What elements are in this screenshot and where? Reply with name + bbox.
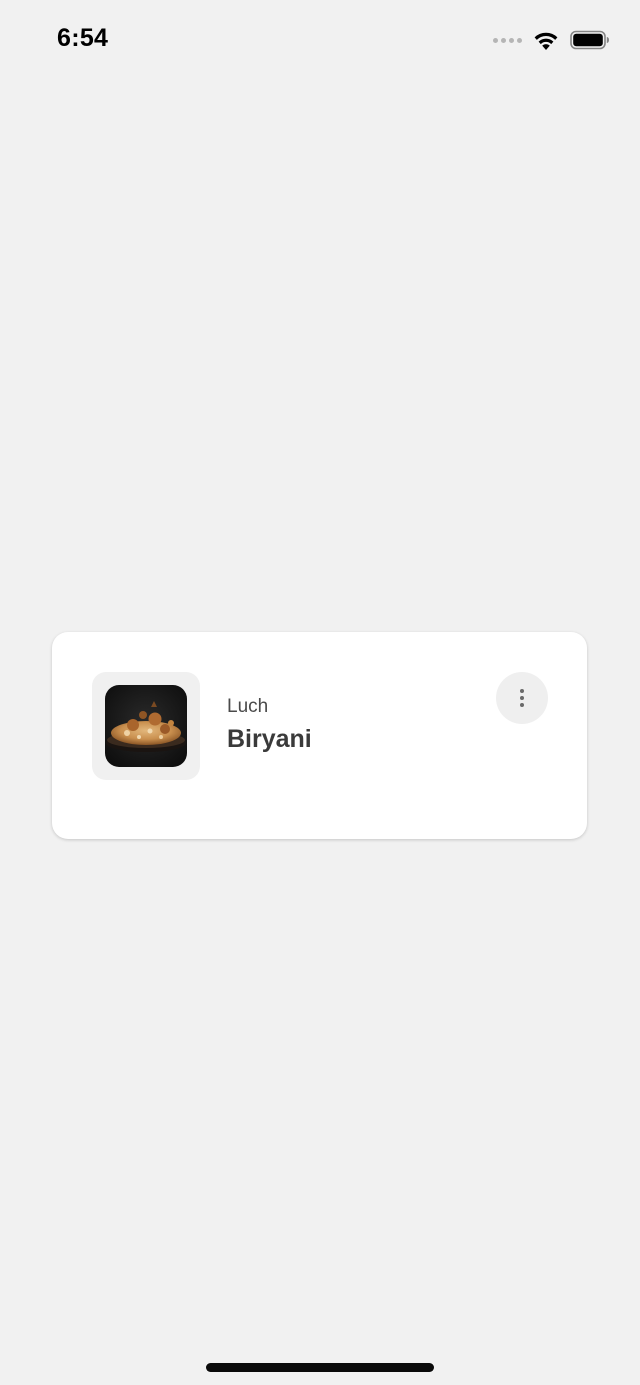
status-bar: 6:54	[0, 0, 640, 80]
meal-type-label: Luch	[227, 696, 269, 717]
meal-name-title: Biryani	[227, 725, 312, 753]
meal-card[interactable]: Luch Biryani	[52, 632, 587, 839]
status-time: 6:54	[57, 24, 109, 52]
more-vertical-icon	[520, 689, 524, 693]
signal-dots-icon	[493, 37, 522, 43]
wifi-icon	[534, 32, 558, 50]
meal-thumbnail-frame	[92, 672, 200, 780]
biryani-image	[105, 685, 187, 767]
battery-icon	[570, 30, 609, 50]
home-indicator[interactable]	[206, 1363, 434, 1372]
more-options-button[interactable]	[496, 672, 548, 724]
status-icons	[493, 28, 610, 52]
